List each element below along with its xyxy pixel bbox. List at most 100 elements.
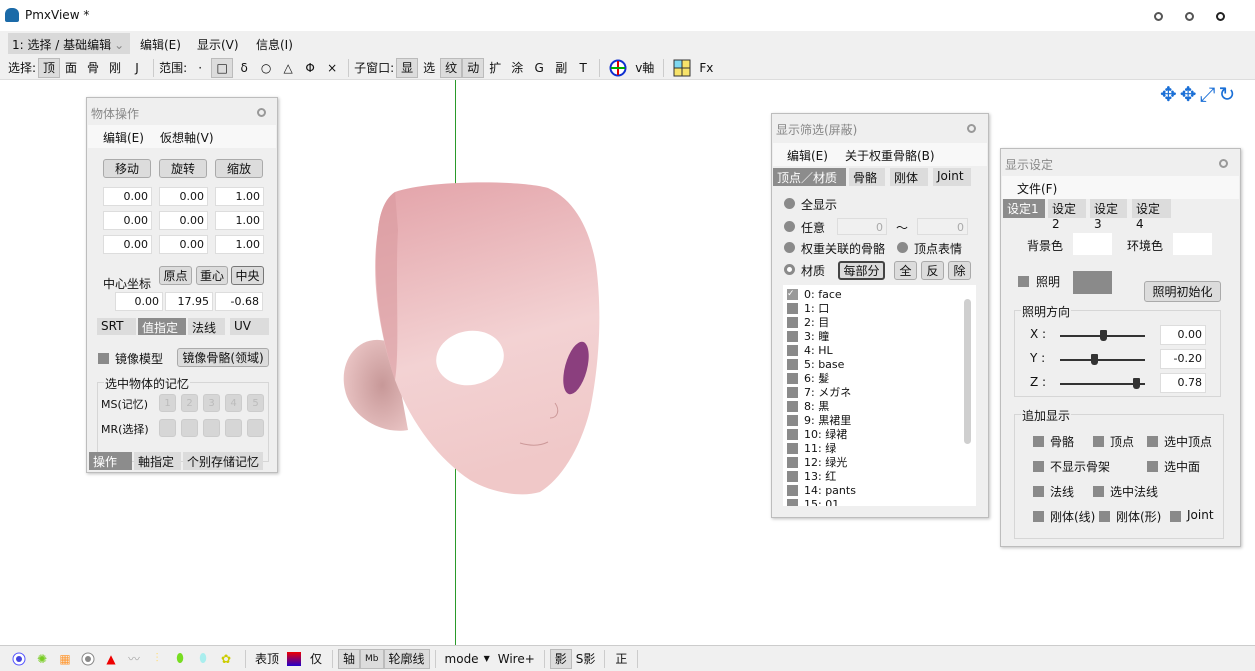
memory-slot-button[interactable] [159, 419, 176, 437]
select-all-button[interactable]: 全 [894, 261, 917, 280]
checkbox[interactable] [787, 400, 798, 412]
extra-display-checkbox[interactable] [1099, 511, 1110, 522]
tab-0[interactable]: 顶点／材质 [773, 168, 846, 186]
transform-value-input[interactable]: 0.00 [159, 211, 208, 230]
menu-edit[interactable]: 编辑(E) [103, 129, 144, 146]
transform-value-input[interactable]: 0.00 [159, 235, 208, 254]
shadow-toggle[interactable]: 影 [549, 648, 572, 669]
material-list-item[interactable]: 2: 目 [787, 315, 829, 329]
toolbar-sub-button[interactable]: 选 [418, 58, 440, 78]
joint-yellow-icon[interactable]: ✿ [217, 650, 235, 668]
close-icon[interactable] [1219, 159, 1228, 168]
memory-slot-button[interactable]: 2 [181, 394, 198, 412]
light-direction-input[interactable]: 0.00 [1160, 325, 1206, 345]
material-list-item[interactable]: 8: 黒 [787, 399, 829, 413]
outline-toggle[interactable]: 轮廓线 [383, 648, 430, 669]
tab-2[interactable]: 法线 [188, 318, 225, 335]
checkbox[interactable] [787, 344, 798, 356]
transform-value-input[interactable]: 0.00 [103, 211, 152, 230]
toolbar-range-button[interactable]: · [189, 58, 211, 78]
mirror-model-checkbox[interactable] [98, 353, 109, 364]
capsule-cyan-icon[interactable]: ⬮ [194, 650, 212, 668]
light-direction-input[interactable]: 0.78 [1160, 373, 1206, 393]
extra-display-checkbox[interactable] [1093, 486, 1104, 497]
checkbox[interactable] [787, 470, 798, 482]
checkbox[interactable] [787, 302, 798, 314]
fx-button[interactable]: Fx [695, 58, 717, 78]
transform-value-input[interactable]: 1.00 [215, 211, 264, 230]
tab-0[interactable]: 设定1 [1003, 199, 1045, 218]
extra-display-checkbox[interactable] [1033, 511, 1044, 522]
tab-1[interactable]: 设定2 [1048, 199, 1086, 231]
origin-button[interactable]: 原点 [159, 266, 192, 285]
tab-2[interactable]: 设定3 [1090, 199, 1127, 231]
axis-gizmo-icon[interactable] [605, 58, 631, 78]
transform-value-input[interactable]: 1.00 [215, 235, 264, 254]
checkbox[interactable] [787, 498, 798, 506]
extra-display-checkbox[interactable] [1147, 436, 1158, 447]
invert-button[interactable]: 反 [921, 261, 944, 280]
bg-color-swatch[interactable] [1073, 233, 1112, 255]
toolbar-sub-button[interactable]: G [528, 58, 550, 78]
triangle-red-icon[interactable]: ▲ [102, 650, 120, 668]
transform-value-input[interactable]: 1.00 [215, 187, 264, 206]
radio-any[interactable] [784, 221, 795, 232]
mode-dropdown[interactable]: 1: 选择 / 基础编辑 ⌄ [8, 33, 130, 54]
close-icon[interactable] [257, 108, 266, 117]
material-list-item[interactable]: 14: pants [787, 483, 856, 497]
surface-vertex-button[interactable]: 表顶 [251, 649, 283, 669]
extra-display-checkbox[interactable] [1033, 436, 1044, 447]
toolbar-select-button[interactable]: J [126, 58, 148, 78]
slider-thumb[interactable] [1099, 330, 1107, 341]
memory-slot-button[interactable] [181, 419, 198, 437]
mb-toggle[interactable]: Mb [360, 648, 384, 669]
material-list-item[interactable]: 15: 01 [787, 497, 839, 506]
close-icon[interactable] [967, 124, 976, 133]
material-list-item[interactable]: 10: 绿裙 [787, 427, 847, 441]
menu-edit[interactable]: 编辑(E) [787, 147, 828, 164]
material-list-item[interactable]: 4: HL [787, 343, 833, 357]
move-icon[interactable]: ✥ [1180, 82, 1197, 106]
material-list-item[interactable]: 11: 绿 [787, 441, 836, 455]
checkbox[interactable] [787, 456, 798, 468]
toolbar-range-button[interactable]: Φ [299, 58, 321, 78]
memory-slot-button[interactable] [225, 419, 242, 437]
radio-weight-bones[interactable] [784, 242, 795, 253]
color-gradient-icon[interactable] [283, 649, 305, 669]
axis-toggle[interactable]: 轴 [338, 648, 361, 669]
light-direction-slider[interactable] [1060, 378, 1145, 389]
checkbox[interactable] [787, 428, 798, 440]
material-list-item[interactable]: 12: 绿光 [787, 455, 847, 469]
layout-grid-icon[interactable] [669, 58, 695, 78]
tab-1[interactable]: 軸指定 [134, 452, 181, 470]
target-gray-icon[interactable] [79, 650, 97, 668]
toolbar-range-button[interactable]: × [321, 58, 343, 78]
reset-lighting-button[interactable]: 照明初始化 [1144, 281, 1221, 302]
material-list-item[interactable]: 7: メガネ [787, 385, 851, 399]
memory-slot-button[interactable]: 1 [159, 394, 176, 412]
ambient-color-swatch[interactable] [1173, 233, 1212, 255]
material-list-item[interactable]: 1: 口 [787, 301, 829, 315]
move-button[interactable]: 移动 [103, 159, 151, 178]
capsule-green-icon[interactable]: ⬮ [171, 650, 189, 668]
extra-display-checkbox[interactable] [1147, 461, 1158, 472]
center-z-input[interactable]: -0.68 [215, 292, 263, 311]
transform-value-input[interactable]: 0.00 [103, 187, 152, 206]
center-x-input[interactable]: 0.00 [115, 292, 163, 311]
v-axis-button[interactable]: v軸 [631, 58, 658, 78]
transform-value-input[interactable]: 0.00 [103, 235, 152, 254]
toolbar-select-button[interactable]: 骨 [82, 58, 104, 78]
toolbar-sub-button[interactable]: 纹 [440, 57, 463, 78]
checkbox[interactable] [787, 484, 798, 496]
toolbar-select-button[interactable]: 顶 [38, 57, 61, 78]
front-view-button[interactable]: 正 [610, 649, 632, 669]
tab-0[interactable]: SRT [97, 318, 136, 335]
tab-2[interactable]: 刚体 [890, 168, 928, 186]
tab-1[interactable]: 值指定 [138, 318, 186, 335]
checkbox[interactable] [787, 414, 798, 426]
toolbar-sub-button[interactable]: 副 [550, 58, 572, 78]
toolbar-range-button[interactable]: △ [277, 58, 299, 78]
extra-display-checkbox[interactable] [1093, 436, 1104, 447]
toolbar-range-button[interactable]: δ [233, 58, 255, 78]
light-direction-slider[interactable] [1060, 330, 1145, 341]
